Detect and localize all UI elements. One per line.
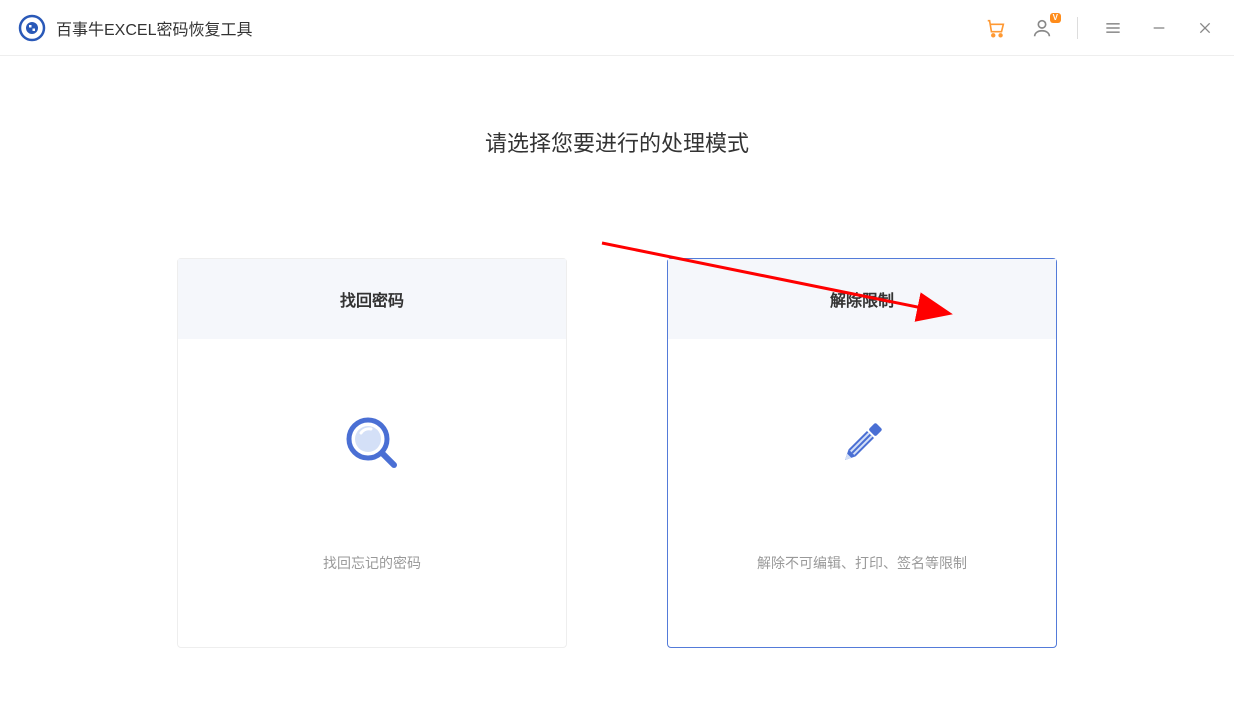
main-content: 请选择您要进行的处理模式 找回密码 找回忘记的密码 解除限制 (0, 56, 1234, 648)
page-title: 请选择您要进行的处理模式 (485, 126, 749, 158)
title-bar: 百事牛EXCEL密码恢复工具 V (0, 0, 1234, 56)
card-title: 找回密码 (178, 259, 566, 339)
title-right-controls: V (985, 17, 1216, 39)
menu-icon[interactable] (1102, 17, 1124, 39)
app-title: 百事牛EXCEL密码恢复工具 (56, 16, 252, 40)
remove-restriction-card[interactable]: 解除限制 解除不可编辑、打印、签名等限制 (667, 258, 1057, 648)
card-desc: 解除不可编辑、打印、签名等限制 (757, 553, 967, 573)
minimize-icon[interactable] (1148, 17, 1170, 39)
title-left: 百事牛EXCEL密码恢复工具 (18, 14, 252, 42)
close-icon[interactable] (1194, 17, 1216, 39)
card-desc: 找回忘记的密码 (323, 553, 421, 573)
cart-icon[interactable] (985, 17, 1007, 39)
pencil-icon (832, 413, 892, 473)
user-icon[interactable]: V (1031, 17, 1053, 39)
card-body: 找回忘记的密码 (178, 339, 566, 647)
cards-row: 找回密码 找回忘记的密码 解除限制 (177, 258, 1057, 648)
recover-password-card[interactable]: 找回密码 找回忘记的密码 (177, 258, 567, 648)
vip-badge: V (1050, 13, 1061, 23)
card-body: 解除不可编辑、打印、签名等限制 (668, 339, 1056, 647)
divider (1077, 17, 1078, 39)
magnifier-icon (342, 413, 402, 473)
app-logo-icon (18, 14, 46, 42)
card-title: 解除限制 (668, 259, 1056, 339)
